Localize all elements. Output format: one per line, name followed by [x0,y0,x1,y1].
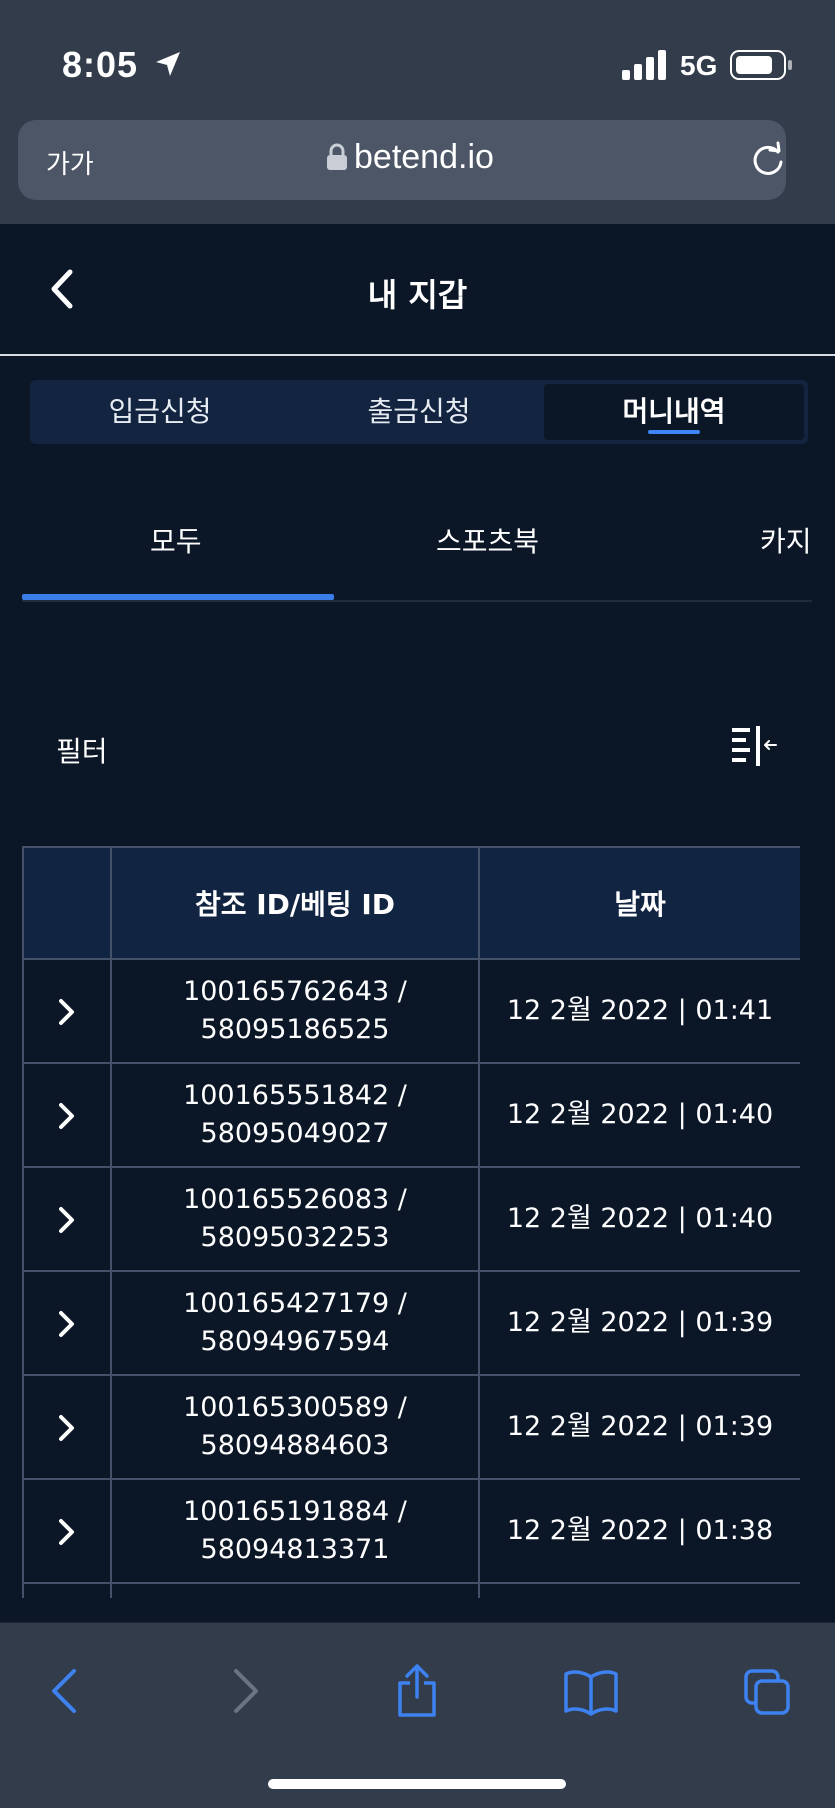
ref-bet-id-cell: 100165191884 / 58094813371 [110,1478,480,1584]
date-cell: 12 2월 2022 | 01:39 [478,1270,800,1376]
app-header: 내 지갑 [0,224,835,356]
expand-row-button[interactable] [22,1062,112,1168]
tab-casino[interactable]: 카지 [760,520,812,560]
forward-icon[interactable] [220,1663,270,1719]
expand-row-button[interactable] [22,1478,112,1584]
bet-id: 58095186525 [200,1014,390,1045]
filter-label: 필터 [56,735,108,768]
ref-id: 100165762643 / [183,976,407,1007]
ref-bet-id-cell: 100165526083 / 58095032253 [110,1166,480,1272]
network-type: 5G [680,50,718,81]
bet-id: 58094813371 [200,1534,390,1565]
expand-row-button[interactable] [22,1270,112,1376]
expand-row-button[interactable] [22,958,112,1064]
expand-row-button[interactable] [22,1374,112,1480]
table-row[interactable]: 100165191884 / 58094813371 12 2월 2022 | … [22,1478,800,1584]
ref-id: 100165551842 / [183,1080,407,1111]
expand-row-button[interactable] [22,1166,112,1272]
ref-bet-id-cell: 100165427179 / 58094967594 [110,1270,480,1376]
table-row[interactable]: 100165300589 / 58094884603 12 2월 2022 | … [22,1374,800,1480]
date-cell: 12 2월 2022 | 01:39 [478,1374,800,1480]
page-title: 내 지갑 [367,276,468,314]
table-header-row: 참조 ID/베팅 ID 날짜 [22,846,800,960]
table-row[interactable]: 100165427179 / 58094967594 12 2월 2022 | … [22,1270,800,1376]
date-cell: 12 2월 2022 | 01:40 [478,1166,800,1272]
active-tab-indicator [648,430,700,434]
ref-id: 100165526083 / [183,1184,407,1215]
url-text[interactable]: betend.io [354,138,494,177]
column-header-date: 날짜 [478,846,800,960]
date-cell: 12 2월 2022 | 01:40 [478,1062,800,1168]
filter-sort-icon[interactable] [730,724,778,768]
url-bar[interactable]: 가가 betend.io [18,120,786,200]
tab-sportsbook[interactable]: 스포츠북 [436,520,539,560]
chevron-right-icon [59,1102,74,1129]
chevron-right-icon [59,1414,74,1441]
browser-top-chrome: 8:05 5G 가가 betend.io [0,0,835,224]
date-cell: 12 2월 2022 | 01:38 [478,1478,800,1584]
bet-id: 58094884603 [200,1430,390,1461]
tabs-divider [22,600,812,602]
tab-withdraw-request[interactable]: 출금신청 [290,380,548,444]
partial-cell [22,1582,112,1598]
table-row-partial[interactable] [22,1582,800,1598]
partial-cell [478,1582,800,1598]
tab-label: 입금신청 [108,395,212,428]
tab-deposit-request[interactable]: 입금신청 [30,380,290,444]
tab-label: 머니내역 [622,395,726,428]
battery-icon [730,50,792,80]
bet-id: 58094967594 [200,1326,390,1357]
money-history-table: 참조 ID/베팅 ID 날짜 100165762643 / 5809518652… [22,846,800,1598]
tab-money-history[interactable]: 머니내역 [544,384,804,440]
back-icon[interactable] [40,1663,90,1719]
chevron-right-icon [59,1310,74,1337]
tab-all[interactable]: 모두 [150,520,202,560]
bet-id: 58095032253 [200,1222,390,1253]
tabs-icon[interactable] [742,1663,792,1719]
ref-bet-id-cell: 100165762643 / 58095186525 [110,958,480,1064]
tab-label: 출금신청 [367,395,471,428]
chevron-right-icon [59,1206,74,1233]
date-cell: 12 2월 2022 | 01:41 [478,958,800,1064]
cellular-signal-icon [622,50,666,80]
ref-bet-id-cell: 100165551842 / 58095049027 [110,1062,480,1168]
ref-bet-id-cell: 100165300589 / 58094884603 [110,1374,480,1480]
table-row[interactable]: 100165551842 / 58095049027 12 2월 2022 | … [22,1062,800,1168]
category-tabs: 모두 스포츠북 카지 [0,500,835,604]
reload-icon[interactable] [748,140,788,180]
column-header-expand [22,846,112,960]
browser-bottom-toolbar [0,1622,835,1808]
table-row[interactable]: 100165762643 / 58095186525 12 2월 2022 | … [22,958,800,1064]
bet-id: 58095049027 [200,1118,390,1149]
partial-cell [110,1582,480,1598]
text-size-button[interactable]: 가가 [46,144,94,181]
home-indicator [268,1779,566,1789]
ref-id: 100165300589 / [183,1392,407,1423]
column-header-ref-id: 참조 ID/베팅 ID [110,846,480,960]
status-time: 8:05 [62,44,139,85]
chevron-right-icon [59,1518,74,1545]
share-icon[interactable] [392,1663,442,1719]
ref-id: 100165191884 / [183,1496,407,1527]
lock-icon [327,143,347,170]
ref-id: 100165427179 / [183,1288,407,1319]
wallet-segment-tabs: 입금신청 출금신청 머니내역 [30,380,808,444]
active-category-indicator [22,594,334,600]
chevron-right-icon [59,998,74,1025]
location-arrow-icon [156,52,180,76]
bookmarks-icon[interactable] [562,1663,620,1719]
table-row[interactable]: 100165526083 / 58095032253 12 2월 2022 | … [22,1166,800,1272]
